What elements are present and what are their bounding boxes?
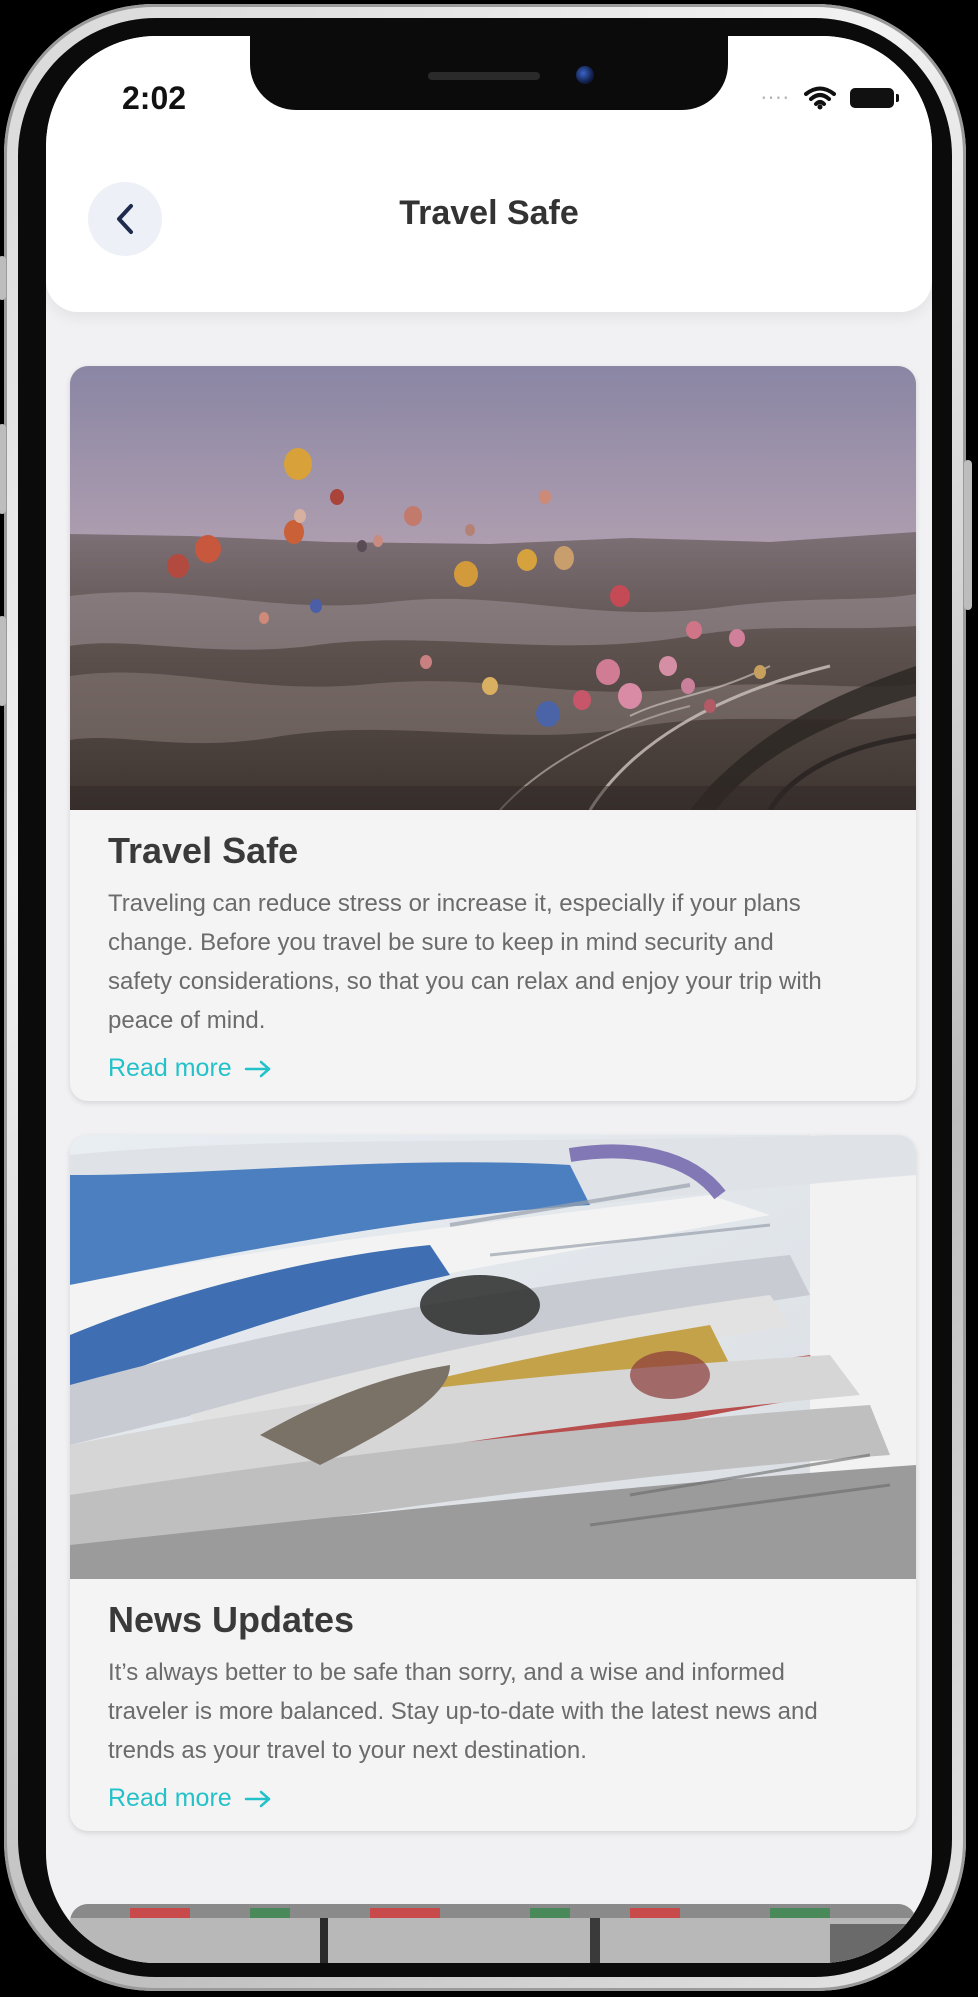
arrow-right-icon: [244, 1060, 270, 1077]
article-title: News Updates: [108, 1599, 355, 1640]
signal-dots-icon: ····: [760, 86, 790, 110]
read-more-link[interactable]: Read more: [108, 1054, 272, 1083]
article-title: Travel Safe: [108, 830, 299, 871]
mute-switch: [0, 256, 6, 300]
article-card-travel-safe[interactable]: Travel Safe Traveling can reduce stress …: [70, 366, 916, 1101]
front-camera: [576, 66, 594, 84]
hot-air-balloons-photo: [70, 366, 916, 810]
article-feed: Travel Safe Traveling can reduce stress …: [70, 366, 916, 1865]
article-card-partial[interactable]: [70, 1904, 916, 1963]
read-more-link[interactable]: Read more: [108, 1784, 272, 1813]
read-more-label: Read more: [108, 1784, 232, 1812]
status-icons: ····: [760, 86, 899, 110]
page-title: Travel Safe: [399, 194, 579, 232]
wifi-icon: [804, 86, 836, 110]
street-photo: [70, 1904, 916, 1963]
volume-up-button: [0, 424, 6, 514]
volume-down-button: [0, 616, 6, 706]
status-time: 2:02: [122, 80, 187, 116]
power-button: [964, 460, 972, 610]
article-card-body: Travel Safe Traveling can reduce stress …: [70, 810, 916, 1101]
article-description: Traveling can reduce stress or increase …: [108, 890, 822, 1034]
notch: [250, 36, 728, 110]
read-more-label: Read more: [108, 1054, 232, 1082]
earpiece-speaker: [428, 72, 540, 80]
article-card-news-updates[interactable]: News Updates It’s always better to be sa…: [70, 1135, 916, 1831]
newspapers-photo: [70, 1135, 916, 1579]
article-description: It’s always better to be safe than sorry…: [108, 1659, 818, 1764]
app-screen: Travel Safe 2:02 ···· Travel Safe Travel…: [46, 36, 932, 1963]
article-card-body: News Updates It’s always better to be sa…: [70, 1579, 916, 1831]
battery-icon: [850, 88, 899, 108]
arrow-right-icon: [244, 1790, 270, 1807]
